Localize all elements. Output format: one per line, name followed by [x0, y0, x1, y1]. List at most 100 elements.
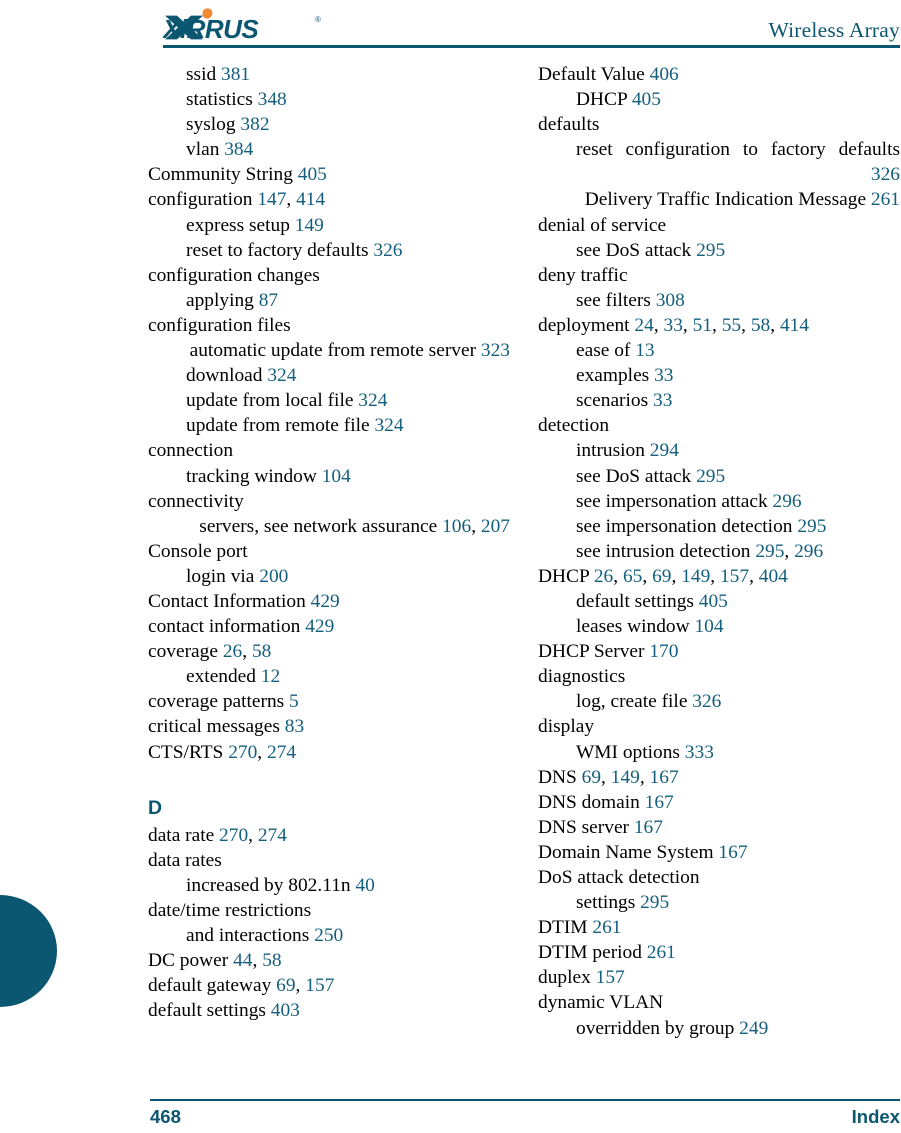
index-page-number[interactable]: 414	[291, 189, 325, 210]
index-entry-label: ssid	[186, 64, 217, 85]
index-page-number[interactable]: 295	[691, 240, 725, 261]
index-entry: DHCP Server 170	[538, 639, 900, 664]
index-page-number[interactable]: 51	[688, 315, 712, 336]
index-page-number[interactable]: 12	[256, 666, 280, 687]
index-page-number[interactable]: 167	[714, 842, 747, 863]
index-entry-label: default gateway	[148, 975, 272, 997]
index-page-number[interactable]: 157	[300, 975, 334, 996]
index-page-number[interactable]: 274	[262, 742, 296, 763]
index-page-number[interactable]: 58	[746, 315, 770, 336]
index-page-number[interactable]: 324	[262, 365, 296, 386]
index-entry: DTIM period 261	[538, 940, 900, 965]
index-page-number[interactable]: 200	[254, 566, 288, 587]
index-page-number[interactable]: 261	[642, 942, 676, 963]
index-entry-label: deny traffic	[538, 264, 628, 286]
index-page-number[interactable]: 104	[317, 466, 351, 487]
index-page-number[interactable]: 296	[789, 541, 823, 562]
index-entry: defaults	[538, 112, 900, 137]
index-page-number[interactable]: 167	[629, 817, 663, 838]
index-page-number[interactable]: 261	[866, 189, 900, 210]
index-entry-label: servers, see network assurance	[199, 515, 438, 537]
index-page-number[interactable]: 324	[370, 415, 403, 436]
index-entry-label: Default Value	[538, 64, 645, 85]
index-page-number[interactable]: 384	[219, 139, 253, 160]
index-page-number[interactable]: 58	[257, 950, 281, 971]
index-page-number[interactable]: 69	[271, 975, 295, 996]
index-entry-label: automatic update from remote server	[189, 340, 477, 362]
index-page-number[interactable]: 326	[369, 240, 402, 261]
index-entry-label: statistics	[186, 89, 253, 111]
index-page-number[interactable]: 295	[792, 516, 826, 537]
index-page-number[interactable]: 404	[754, 566, 788, 587]
index-page-number[interactable]: 33	[648, 390, 672, 411]
index-page-number[interactable]: 149	[676, 566, 710, 587]
index-page-number[interactable]: 382	[236, 114, 269, 135]
index-page-number[interactable]: 106	[437, 516, 471, 537]
index-entry-label: see intrusion detection	[576, 540, 751, 562]
index-page-number[interactable]: 167	[645, 767, 679, 788]
index-page-number[interactable]: 26	[589, 566, 613, 587]
index-page-number[interactable]: 294	[645, 440, 679, 461]
index-page-number[interactable]: 157	[591, 967, 625, 988]
index-page-number[interactable]: 381	[216, 64, 250, 85]
index-entry: statistics 348	[148, 87, 510, 112]
index-page-number[interactable]: 249	[734, 1018, 768, 1039]
index-page-number[interactable]: 167	[640, 792, 674, 813]
index-page-number[interactable]: 295	[691, 466, 725, 487]
index-page-number[interactable]: 333	[680, 742, 714, 763]
index-page-number[interactable]: 69	[577, 767, 601, 788]
index-page-number[interactable]: 170	[644, 641, 678, 662]
index-page-number[interactable]: 295	[635, 892, 669, 913]
index-entry: leases window 104	[538, 614, 900, 639]
index-page-number[interactable]: 274	[253, 825, 287, 846]
index-page-number[interactable]: 324	[353, 390, 387, 411]
index-entry-label: detection	[538, 415, 610, 437]
index-page-number[interactable]: 261	[588, 917, 621, 938]
index-page-number[interactable]: 55	[717, 315, 741, 336]
index-entry: see DoS attack 295	[538, 238, 900, 263]
index-page-number[interactable]: 429	[306, 591, 340, 612]
index-page-number[interactable]: 406	[645, 64, 679, 85]
index-page-number[interactable]: 405	[293, 164, 327, 185]
index-page-number[interactable]: 24	[630, 315, 653, 336]
index-page-number[interactable]: 250	[309, 925, 343, 946]
index-entry-label: Contact Information	[148, 590, 306, 612]
index-page-number[interactable]: 33	[649, 365, 673, 386]
index-page-number[interactable]: 65	[618, 566, 642, 587]
index-page-number[interactable]: 403	[266, 1000, 300, 1021]
index-page-number[interactable]: 429	[300, 616, 334, 637]
index-page-number[interactable]: 308	[651, 290, 685, 311]
index-page-number[interactable]: 296	[768, 491, 802, 512]
index-page-number[interactable]: 44	[228, 950, 252, 971]
index-page-number[interactable]: 348	[253, 89, 287, 110]
index-page-number[interactable]: 326	[687, 691, 721, 712]
index-page-number[interactable]: 69	[647, 566, 671, 587]
index-page-number[interactable]: 414	[775, 315, 809, 336]
index-entry: DC power 44, 58	[148, 948, 510, 973]
index-page-number[interactable]: 270	[223, 742, 257, 763]
index-page-number[interactable]: 40	[351, 875, 374, 896]
index-page-number[interactable]: 270	[214, 825, 248, 846]
index-page-number[interactable]: 405	[694, 591, 728, 612]
index-entry-label: extended	[186, 666, 256, 688]
index-entry-label: default settings	[576, 590, 694, 612]
index-page-number[interactable]: 323	[476, 340, 510, 361]
index-page-number[interactable]: 83	[280, 716, 304, 737]
index-page-number[interactable]: 405	[627, 89, 661, 110]
index-page-number[interactable]: 5	[284, 691, 299, 712]
index-page-number[interactable]: 149	[606, 767, 640, 788]
index-page-number[interactable]: 58	[247, 641, 271, 662]
index-page-number[interactable]: 87	[254, 290, 278, 311]
index-page-number[interactable]: 104	[690, 616, 723, 637]
index-page-number[interactable]: 207	[476, 516, 510, 537]
index-entry-label: DNS	[538, 766, 577, 788]
index-page-number[interactable]: 13	[630, 340, 654, 361]
index-entry-label: critical messages	[148, 716, 280, 738]
index-page-number[interactable]: 157	[715, 566, 749, 587]
index-page-number[interactable]: 295	[750, 541, 784, 562]
index-page-number[interactable]: 33	[659, 315, 683, 336]
index-page-number[interactable]: 326	[871, 164, 900, 185]
index-page-number[interactable]: 149	[290, 215, 324, 236]
index-page-number[interactable]: 147	[252, 189, 286, 210]
index-page-number[interactable]: 26	[218, 641, 242, 662]
